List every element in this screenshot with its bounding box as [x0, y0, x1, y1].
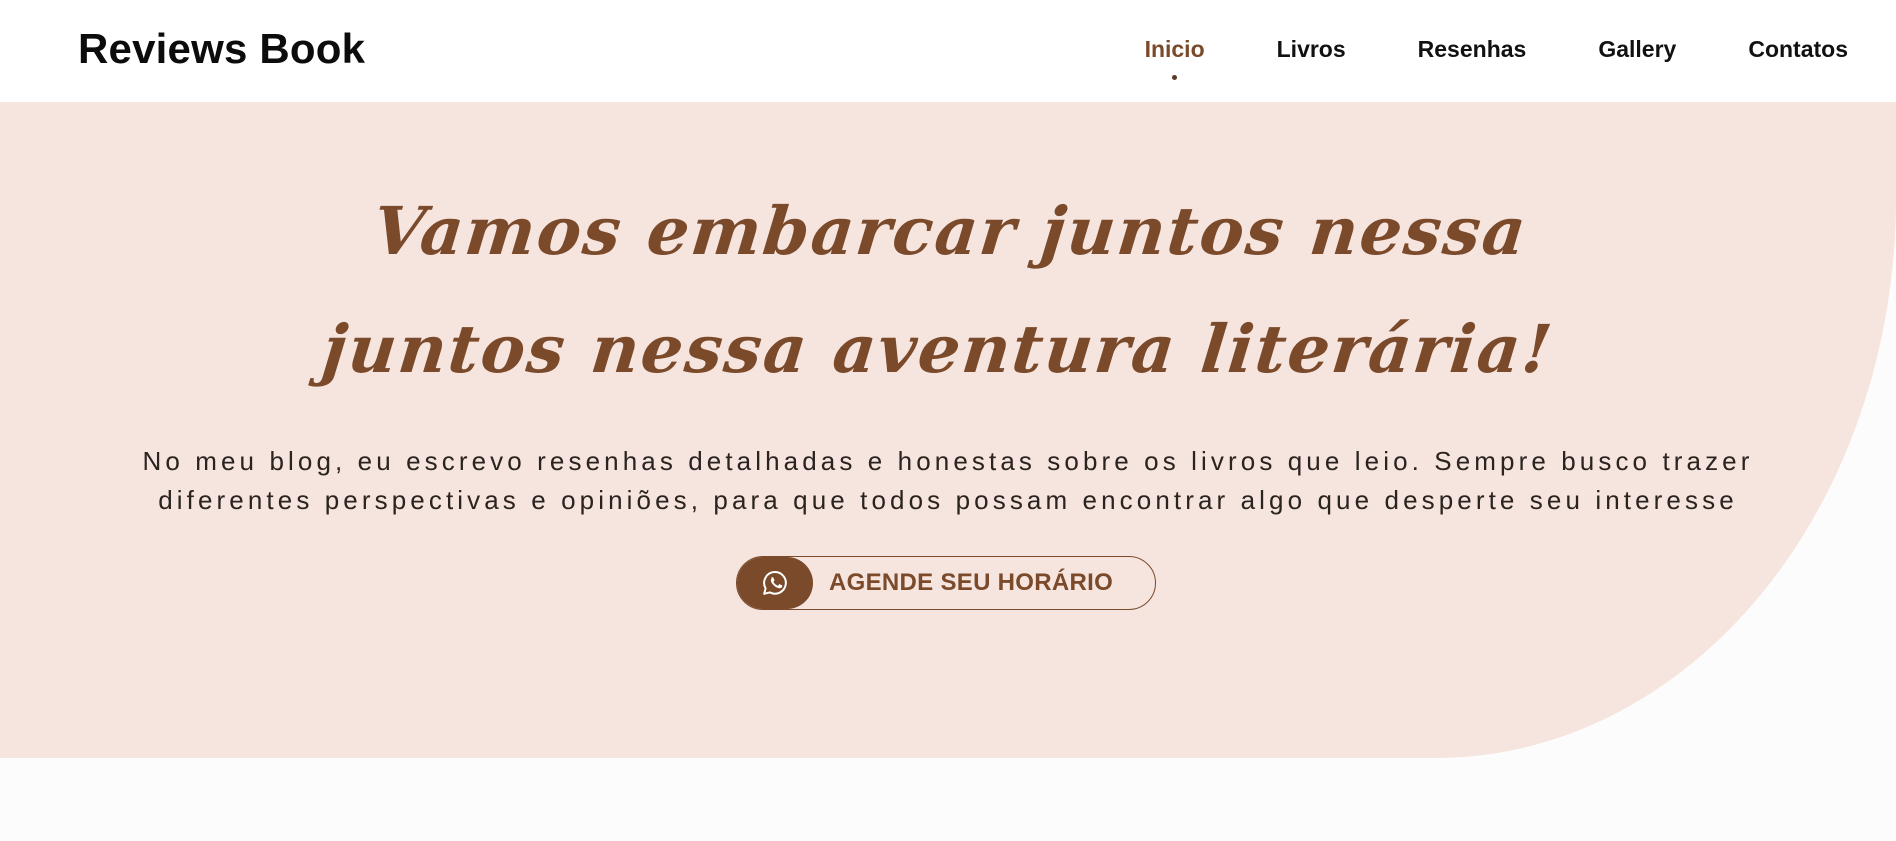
brand-logo[interactable]: Reviews Book [78, 25, 365, 73]
nav-item-gallery[interactable]: Gallery [1598, 36, 1676, 63]
nav-item-inicio[interactable]: Inicio [1145, 36, 1205, 80]
hero-description: No meu blog, eu escrevo resenhas detalha… [142, 446, 1754, 515]
hero-section: Vamos embarcar juntos nessa juntos nessa… [0, 102, 1896, 758]
nav-item-contatos[interactable]: Contatos [1748, 36, 1848, 63]
schedule-button-label: AGENDE SEU HORÁRIO [829, 569, 1114, 596]
main-nav: Inicio Livros Resenhas Gallery Contatos [1145, 36, 1848, 80]
nav-item-livros[interactable]: Livros [1277, 36, 1346, 63]
whatsapp-icon [737, 557, 813, 609]
hero-title-line-2: juntos nessa aventura literária! [318, 310, 1558, 388]
hero-title-line-1: Vamos embarcar juntos nessa [369, 192, 1532, 270]
hero-title: Vamos embarcar juntos nessa juntos nessa… [0, 102, 1896, 408]
schedule-button[interactable]: AGENDE SEU HORÁRIO [736, 556, 1156, 610]
site-header: Reviews Book Inicio Livros Resenhas Gall… [0, 0, 1896, 102]
page: Reviews Book Inicio Livros Resenhas Gall… [0, 0, 1896, 841]
active-nav-indicator [1172, 74, 1178, 80]
nav-item-resenhas[interactable]: Resenhas [1418, 36, 1527, 63]
